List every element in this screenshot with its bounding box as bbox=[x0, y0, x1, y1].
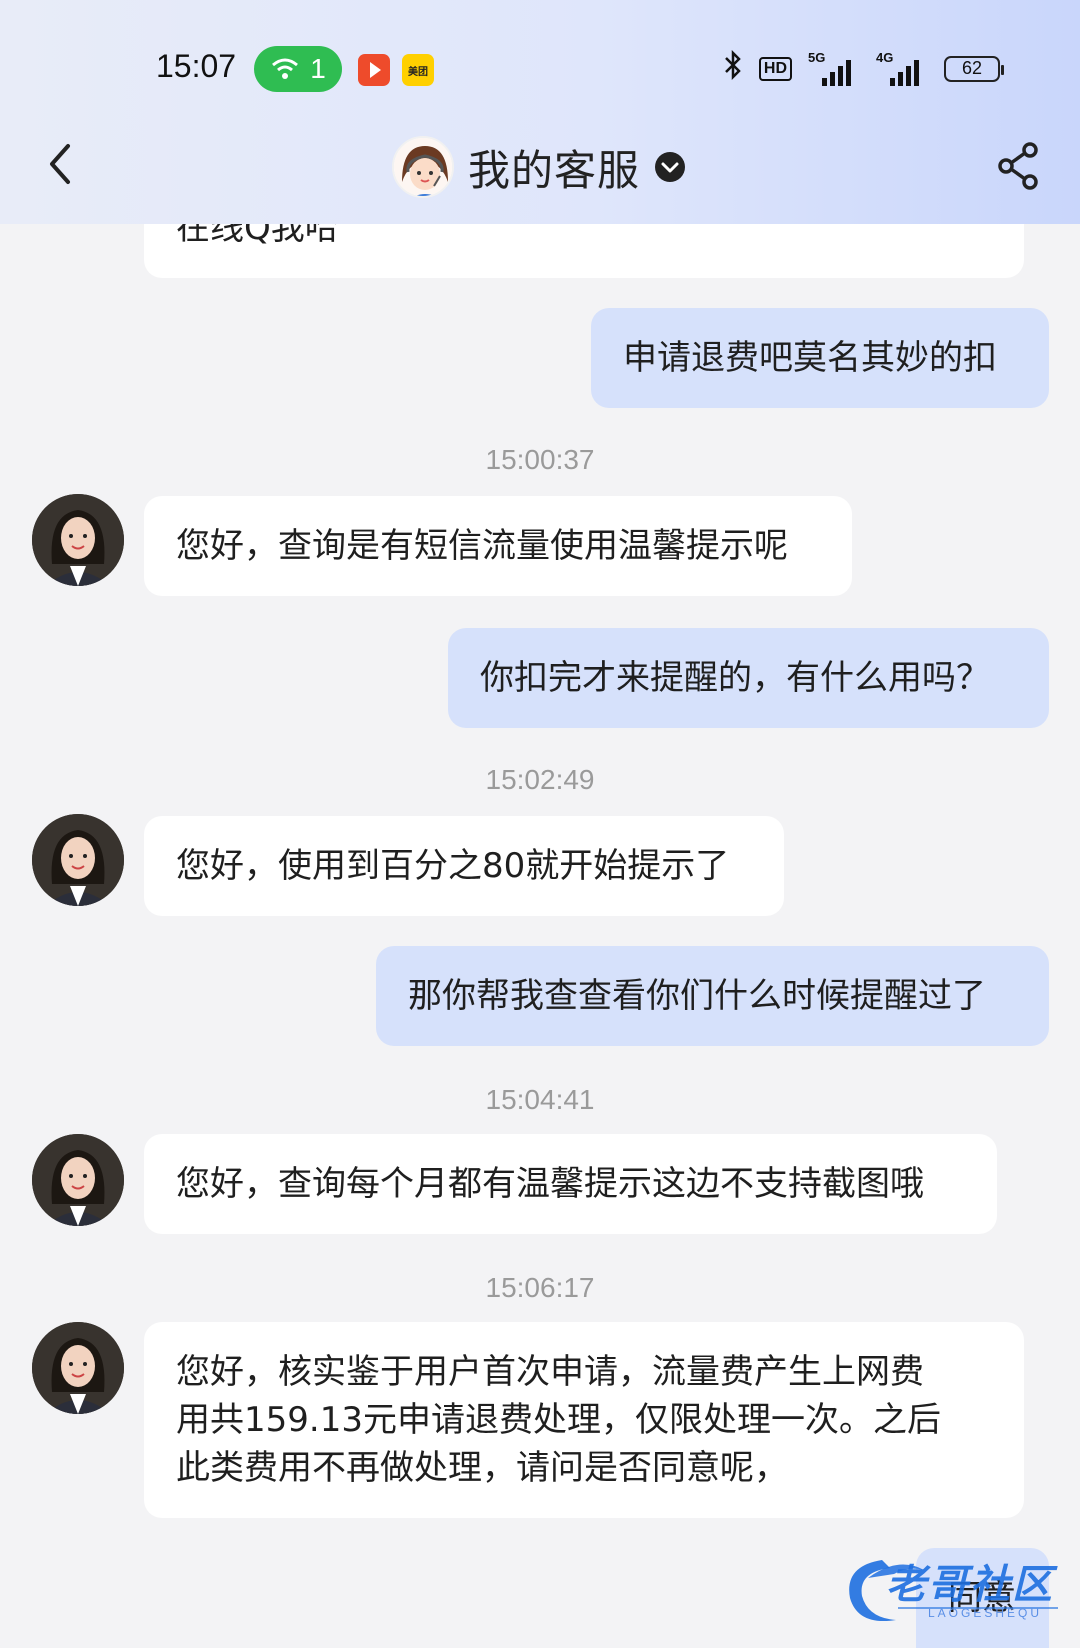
message-timestamp: 15:00:37 bbox=[485, 444, 595, 475]
video-app-icon bbox=[358, 54, 390, 86]
agent-avatar[interactable] bbox=[32, 814, 124, 906]
service-agent-avatar bbox=[392, 136, 454, 198]
message-bubble-incoming: 您好，查询每个月都有温馨提示这边不支持截图哦 bbox=[144, 1134, 997, 1234]
hd-voice-icon: HD bbox=[758, 56, 792, 81]
page-title: 我的客服 bbox=[468, 145, 641, 195]
message-text: 你扣完才来提醒的，有什么用吗？ bbox=[480, 658, 990, 698]
signal-4g-icon: 4G bbox=[876, 50, 928, 86]
message-text-line: 您好，核实鉴于用户首次申请，流量费产生上网费 bbox=[176, 1352, 924, 1392]
message-text: 您好，查询是有短信流量使用温馨提示呢 bbox=[176, 526, 788, 566]
message-bubble-outgoing: 你扣完才来提醒的，有什么用吗？ bbox=[448, 628, 1049, 728]
message-bubble-outgoing: 那你帮我查查看你们什么时候提醒过了 bbox=[376, 946, 1049, 1046]
meituan-app-icon: 美团 bbox=[402, 54, 434, 86]
wifi-hotspot-icon bbox=[272, 58, 299, 79]
agent-avatar[interactable] bbox=[32, 494, 124, 586]
message-text: 您好，查询每个月都有温馨提示这边不支持截图哦 bbox=[176, 1164, 924, 1204]
message-text-line: 用共159.13元申请退费处理，仅限处理一次。之后 bbox=[176, 1400, 941, 1440]
signal-5g-icon: 5G bbox=[808, 50, 860, 86]
message-text: 您好，使用到百分之80就开始提示了 bbox=[176, 846, 730, 886]
message-bubble-incoming: 您好，使用到百分之80就开始提示了 bbox=[144, 816, 784, 916]
watermark-subtext: LAOGESHEQU bbox=[928, 1606, 1043, 1620]
hotspot-count: 1 bbox=[310, 53, 326, 84]
agent-avatar[interactable] bbox=[32, 1322, 124, 1414]
status-icons: HD 5G 4G 62 bbox=[723, 49, 1004, 87]
chevron-down-icon[interactable] bbox=[654, 151, 686, 183]
watermark-logo: 老哥社区 LAOGESHEQU bbox=[838, 1548, 1066, 1632]
status-time: 15:07 bbox=[156, 48, 237, 84]
watermark-text: 老哥社区 bbox=[886, 1562, 1054, 1608]
message-timestamp: 15:04:41 bbox=[485, 1084, 595, 1115]
message-bubble-incoming: 您好，查询是有短信流量使用温馨提示呢 bbox=[144, 496, 852, 596]
bluetooth-icon bbox=[723, 49, 743, 87]
message-text-line: 此类费用不再做处理，请问是否同意呢， bbox=[176, 1448, 788, 1488]
agent-avatar[interactable] bbox=[32, 1134, 124, 1226]
share-icon[interactable] bbox=[996, 140, 1044, 192]
message-text: 那你帮我查查看你们什么时候提醒过了 bbox=[408, 976, 986, 1016]
message-timestamp: 15:02:49 bbox=[485, 764, 595, 795]
top-bar: 15:07 1 美团 HD 5G 4G 62 我的客服 bbox=[0, 0, 1080, 224]
message-bubble-outgoing: 申请退费吧莫名其妙的扣 bbox=[591, 308, 1049, 408]
message-text: 申请退费吧莫名其妙的扣 bbox=[623, 338, 997, 378]
message-bubble-incoming: 您好，核实鉴于用户首次申请，流量费产生上网费 用共159.13元申请退费处理，仅… bbox=[144, 1322, 1024, 1518]
hotspot-indicator[interactable]: 1 bbox=[254, 46, 342, 92]
back-arrow-icon[interactable] bbox=[40, 138, 80, 190]
chat-title[interactable]: 我的客服 bbox=[392, 136, 686, 198]
battery-icon: 62 bbox=[944, 55, 1004, 82]
message-timestamp: 15:06:17 bbox=[485, 1272, 595, 1303]
